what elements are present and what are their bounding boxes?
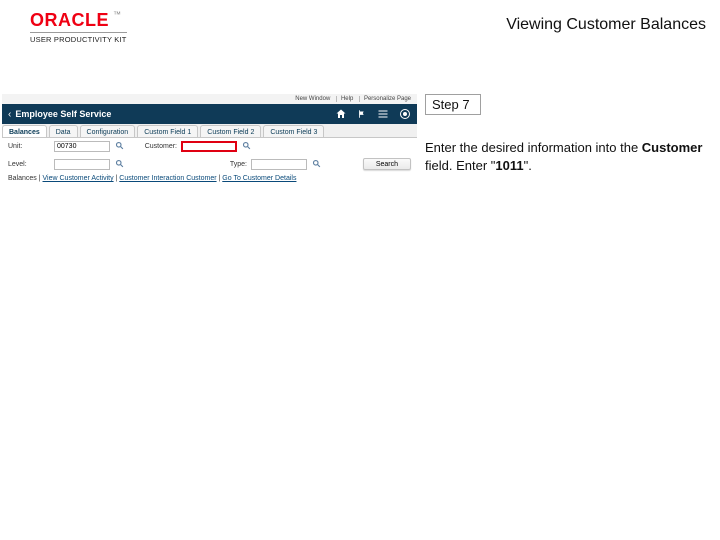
unit-label: Unit:: [8, 143, 50, 150]
brand: ORACLE ™ USER PRODUCTIVITY KIT: [30, 10, 127, 44]
breadcrumb-link-activity[interactable]: View Customer Activity: [43, 175, 114, 182]
utility-link-personalize[interactable]: Personalize Page: [359, 96, 411, 102]
unit-lookup-icon[interactable]: [114, 141, 125, 152]
tab-data[interactable]: Data: [49, 125, 78, 137]
instruction-pre: Enter the desired information into the: [425, 140, 642, 155]
app-screenshot: New Window Help Personalize Page ‹ Emplo…: [2, 94, 417, 186]
instruction-text: Enter the desired information into the C…: [425, 139, 705, 175]
filter-row-2: Level: Type: Search: [2, 155, 417, 173]
breadcrumb-link-interaction[interactable]: Customer Interaction Customer: [119, 175, 216, 182]
breadcrumb-link-details[interactable]: Go To Customer Details: [222, 175, 296, 182]
tab-configuration[interactable]: Configuration: [80, 125, 136, 137]
filter-row-1: Unit: Customer:: [2, 138, 417, 155]
app-tabs: Balances Data Configuration Custom Field…: [2, 124, 417, 138]
breadcrumb-pre: Balances |: [8, 175, 43, 182]
page-title: Viewing Customer Balances: [506, 16, 706, 34]
instructions-panel: Step 7 Enter the desired information int…: [425, 94, 705, 186]
utility-link-new-window[interactable]: New Window: [295, 96, 330, 102]
utility-link-help[interactable]: Help: [336, 96, 353, 102]
tab-balances[interactable]: Balances: [2, 125, 47, 137]
tab-custom-2[interactable]: Custom Field 2: [200, 125, 261, 137]
instruction-field-name: Customer: [642, 140, 703, 155]
type-label: Type:: [129, 161, 247, 168]
customer-label: Customer:: [129, 143, 177, 150]
brand-name: ORACLE: [30, 10, 109, 31]
instruction-post: ".: [524, 158, 532, 173]
level-lookup-icon[interactable]: [114, 159, 125, 170]
actions-icon[interactable]: [399, 108, 411, 120]
search-button[interactable]: Search: [363, 158, 411, 170]
type-input[interactable]: [251, 159, 307, 170]
level-label: Level:: [8, 161, 50, 168]
step-label: Step 7: [425, 94, 481, 115]
type-lookup-icon[interactable]: [311, 159, 322, 170]
home-icon[interactable]: [335, 108, 347, 120]
instruction-mid: field. Enter ": [425, 158, 495, 173]
brand-tm: ™: [113, 10, 121, 19]
tab-custom-3[interactable]: Custom Field 3: [263, 125, 324, 137]
app-bar-title: Employee Self Service: [15, 109, 111, 119]
app-title-bar: ‹ Employee Self Service: [2, 104, 417, 124]
breadcrumb: Balances | View Customer Activity | Cust…: [2, 173, 417, 186]
back-icon[interactable]: ‹: [8, 109, 11, 120]
menu-icon[interactable]: [377, 108, 389, 120]
flag-icon[interactable]: [357, 108, 367, 120]
customer-input[interactable]: [181, 141, 237, 152]
page-header: ORACLE ™ USER PRODUCTIVITY KIT Viewing C…: [0, 0, 720, 50]
instruction-value: 1011: [495, 158, 523, 173]
unit-input[interactable]: [54, 141, 110, 152]
brand-subtitle: USER PRODUCTIVITY KIT: [30, 32, 127, 44]
customer-lookup-icon[interactable]: [241, 141, 252, 152]
level-input[interactable]: [54, 159, 110, 170]
app-utility-bar: New Window Help Personalize Page: [2, 94, 417, 104]
tab-custom-1[interactable]: Custom Field 1: [137, 125, 198, 137]
